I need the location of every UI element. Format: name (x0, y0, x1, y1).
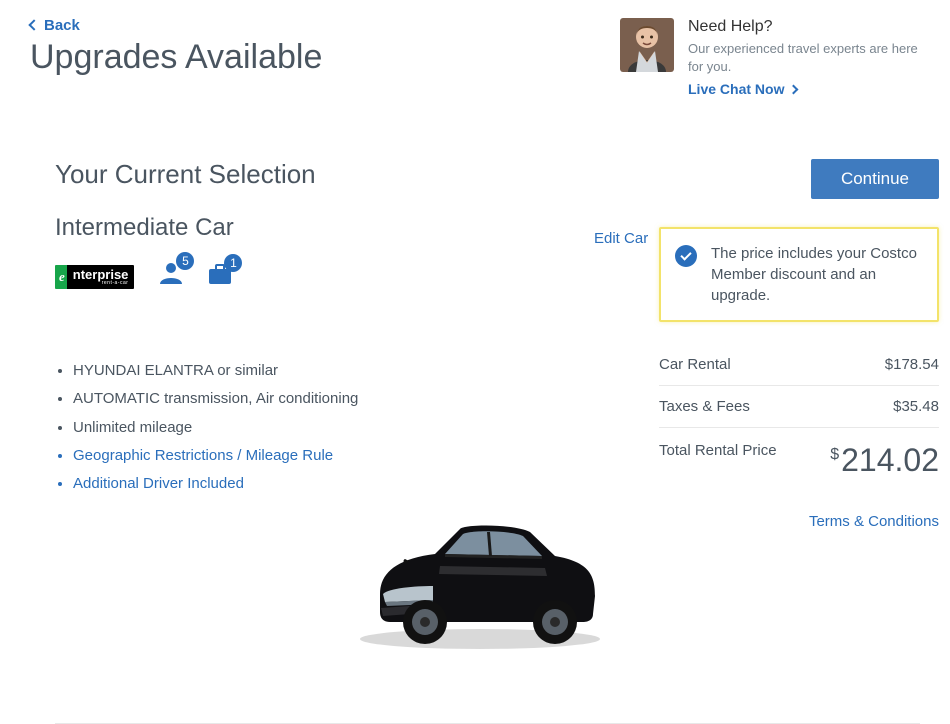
total-price: $ 214.02 (830, 442, 939, 479)
luggage-icon: 1 (208, 264, 232, 289)
live-chat-label: Live Chat Now (688, 81, 784, 97)
check-icon (675, 245, 697, 267)
taxes-label: Taxes & Fees (659, 398, 750, 415)
total-label: Total Rental Price (659, 442, 777, 459)
price-line-taxes: Taxes & Fees $35.48 (659, 386, 939, 428)
live-chat-link[interactable]: Live Chat Now (688, 81, 797, 97)
total-amount: 214.02 (841, 442, 939, 479)
feature-item: HYUNDAI ELANTRA or similar (73, 361, 385, 381)
feature-item: AUTOMATIC transmission, Air conditioning (73, 389, 385, 409)
chevron-right-icon (789, 84, 799, 94)
callout-text: The price includes your Costco Member di… (711, 243, 923, 306)
car-image (345, 504, 615, 659)
geo-restrictions-link[interactable]: Geographic Restrictions / Mileage Rule (73, 446, 385, 466)
back-label: Back (44, 17, 80, 34)
avatar (620, 18, 674, 72)
continue-button[interactable]: Continue (811, 159, 939, 199)
taxes-value: $35.48 (893, 398, 939, 415)
rental-label: Car Rental (659, 356, 731, 373)
discount-callout: The price includes your Costco Member di… (659, 227, 939, 322)
help-text: Our experienced travel experts are here … (688, 40, 920, 75)
page-title: Upgrades Available (30, 38, 322, 77)
edit-car-link[interactable]: Edit Car (594, 230, 648, 247)
back-link[interactable]: Back (30, 17, 80, 34)
feature-item: Unlimited mileage (73, 418, 385, 438)
total-line: Total Rental Price $ 214.02 (659, 428, 939, 485)
features-list: HYUNDAI ELANTRA or similar AUTOMATIC tra… (55, 361, 385, 494)
help-title: Need Help? (688, 18, 920, 36)
rental-value: $178.54 (885, 356, 939, 373)
vendor-logo: e nterprise rent-a-car (55, 265, 134, 289)
passenger-icon: 5 (158, 262, 184, 289)
car-class: Intermediate Car (55, 214, 615, 242)
luggage-count: 1 (224, 254, 242, 272)
total-currency: $ (830, 446, 839, 464)
help-panel: Need Help? Our experienced travel expert… (620, 18, 920, 99)
section-heading: Your Current Selection (55, 159, 615, 190)
price-line-rental: Car Rental $178.54 (659, 344, 939, 386)
chevron-left-icon (28, 19, 39, 30)
terms-link[interactable]: Terms & Conditions (809, 513, 939, 530)
additional-driver-link[interactable]: Additional Driver Included (73, 474, 385, 494)
passenger-count: 5 (176, 252, 194, 270)
